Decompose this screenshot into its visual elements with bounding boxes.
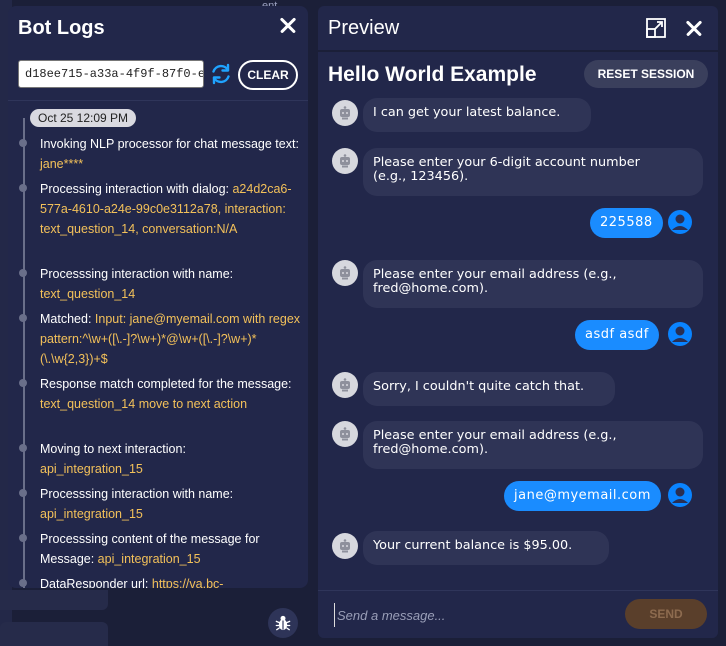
log-entry: Processsing interaction with name: api_i…	[19, 484, 302, 524]
background-panel	[0, 590, 108, 610]
timeline-dot	[19, 379, 27, 387]
timeline-dot	[19, 534, 27, 542]
chat-transcript[interactable]: I can get your latest balance. Please en…	[318, 98, 718, 590]
bot-avatar-icon	[332, 100, 358, 126]
log-entry: Processing interaction with dialog: a24d…	[19, 179, 302, 239]
bot-avatar-icon	[332, 533, 358, 559]
refresh-icon[interactable]	[209, 62, 233, 86]
bot-message: Sorry, I couldn't quite catch that.	[363, 372, 615, 406]
log-entry: Invoking NLP processor for chat message …	[19, 134, 302, 174]
log-highlight: jane****	[40, 157, 84, 171]
user-message: jane@myemail.com	[504, 481, 661, 511]
timeline-dot	[19, 184, 27, 192]
log-entry: Matched: Input: jane@myemail.com with re…	[19, 309, 302, 369]
message-composer: SEND	[318, 590, 718, 638]
bot-message: Please enter your email address (e.g., f…	[363, 260, 703, 308]
bot-message: Your current balance is $95.00.	[363, 531, 609, 565]
timeline-dot	[19, 139, 27, 147]
log-text: Response match completed for the message…	[40, 377, 292, 391]
session-row: d18ee715-a33a-4f9f-87f0-eb7 CLEAR	[18, 60, 300, 90]
bot-avatar-icon	[332, 372, 358, 398]
log-highlight: text_question_14 move to next action	[40, 397, 248, 411]
bot-logs-panel: Bot Logs d18ee715-a33a-4f9f-87f0-eb7 CLE…	[8, 6, 308, 588]
log-entry: Moving to next interaction: api_integrat…	[19, 439, 302, 479]
log-entry: Response match completed for the message…	[19, 374, 302, 414]
user-avatar-icon	[668, 322, 692, 346]
log-text: Invoking NLP processor for chat message …	[40, 137, 299, 151]
close-preview-icon[interactable]	[682, 16, 706, 40]
user-message: 225588	[590, 208, 663, 238]
logs-header: Bot Logs	[8, 6, 308, 50]
timeline-dot	[19, 489, 27, 497]
send-button[interactable]: SEND	[625, 599, 707, 629]
log-entry: Processsing interaction with name: text_…	[19, 264, 302, 304]
preview-panel: Preview Hello World Example RESET SESSIO…	[318, 6, 718, 638]
expand-icon[interactable]	[646, 18, 666, 38]
preview-title: Preview	[328, 17, 400, 39]
log-highlight: https://va.bc-	[151, 577, 224, 588]
bot-avatar-icon	[332, 260, 358, 286]
timeline-dot	[19, 444, 27, 452]
logs-title: Bot Logs	[18, 17, 105, 39]
bot-message: Please enter your email address (e.g., f…	[363, 421, 703, 469]
log-entry: Processsing content of the message for M…	[19, 529, 302, 569]
log-text: Matched:	[40, 312, 95, 326]
bug-icon	[275, 615, 291, 631]
close-logs-icon[interactable]	[276, 13, 300, 37]
debug-button[interactable]	[268, 608, 298, 638]
timeline-dot	[19, 579, 27, 587]
log-text: DataResponder url:	[40, 577, 152, 588]
bot-avatar-icon	[332, 148, 358, 174]
reset-session-button[interactable]: RESET SESSION	[584, 60, 708, 88]
log-text: Moving to next interaction:	[40, 442, 186, 456]
user-message: asdf asdf	[575, 320, 659, 350]
log-highlight: text_question_14	[40, 287, 136, 301]
bot-name-heading: Hello World Example	[328, 63, 537, 86]
timeline-dot	[19, 269, 27, 277]
session-id-input[interactable]: d18ee715-a33a-4f9f-87f0-eb7	[18, 60, 204, 88]
log-highlight: api_integration_15	[40, 507, 143, 521]
bot-message: I can get your latest balance.	[363, 98, 591, 132]
log-text: Processsing interaction with name:	[40, 487, 234, 501]
log-text: Processsing interaction with name:	[40, 267, 234, 281]
log-text: Processing interaction with dialog:	[40, 182, 233, 196]
background-panel	[0, 622, 108, 646]
message-input[interactable]	[334, 603, 629, 627]
preview-header: Preview	[318, 6, 718, 50]
log-highlight: api_integration_15	[97, 552, 201, 566]
log-highlight: api_integration_15	[40, 462, 143, 476]
log-entry: DataResponder url: https://va.bc-	[19, 574, 302, 588]
timestamp-chip: Oct 25 12:09 PM	[30, 109, 137, 127]
divider	[8, 100, 308, 101]
user-avatar-icon	[668, 210, 692, 234]
timeline-dot	[19, 314, 27, 322]
log-timeline[interactable]: Oct 25 12:09 PM Invoking NLP processor f…	[8, 102, 308, 588]
user-avatar-icon	[668, 483, 692, 507]
divider	[318, 50, 718, 52]
clear-button[interactable]: CLEAR	[238, 60, 298, 90]
bot-message: Please enter your 6-digit account number…	[363, 148, 703, 196]
bot-avatar-icon	[332, 421, 358, 447]
